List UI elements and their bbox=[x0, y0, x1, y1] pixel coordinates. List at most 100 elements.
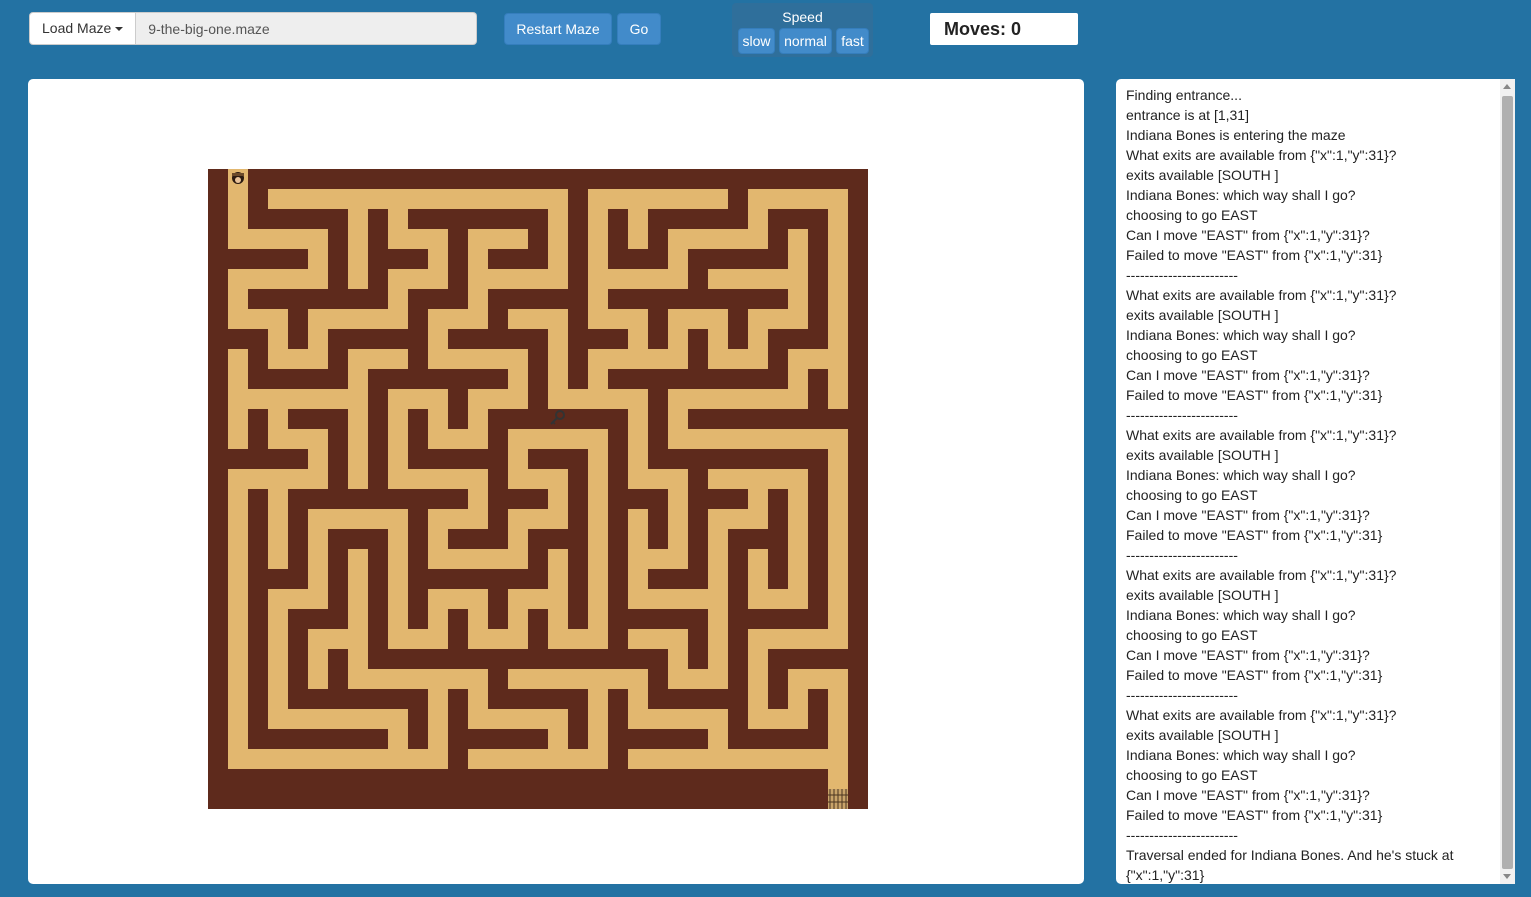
load-maze-button[interactable]: Load Maze bbox=[29, 12, 137, 45]
maze-path-tile bbox=[608, 309, 628, 329]
maze-path-tile bbox=[748, 329, 768, 349]
maze-path-tile bbox=[628, 329, 648, 349]
maze-path-tile bbox=[788, 709, 808, 729]
maze-path-tile bbox=[748, 229, 768, 249]
maze-path-tile bbox=[268, 329, 288, 349]
maze-path-tile bbox=[808, 189, 828, 209]
maze-path-tile bbox=[588, 269, 608, 289]
scroll-thumb[interactable] bbox=[1502, 96, 1513, 869]
maze-path-tile bbox=[668, 649, 688, 669]
maze-path-tile bbox=[608, 389, 628, 409]
maze-path-tile bbox=[528, 309, 548, 329]
maze-path-tile bbox=[608, 349, 628, 369]
scroll-up-icon[interactable] bbox=[1503, 84, 1511, 89]
maze-path-tile bbox=[428, 229, 448, 249]
maze-path-tile bbox=[688, 429, 708, 449]
log-line: exits available [SOUTH ] bbox=[1126, 727, 1279, 743]
maze-path-tile bbox=[288, 189, 308, 209]
maze-path-tile bbox=[828, 369, 848, 389]
maze-path-tile bbox=[708, 729, 728, 749]
maze-path-tile bbox=[388, 709, 408, 729]
maze-path-tile bbox=[508, 609, 528, 629]
maze-path-tile bbox=[668, 309, 688, 329]
maze-path-tile bbox=[488, 269, 508, 289]
maze-path-tile bbox=[588, 309, 608, 329]
log-lines: Finding entrance... entrance is at [1,31]… bbox=[1126, 85, 1496, 884]
maze-path-tile bbox=[228, 209, 248, 229]
maze-path-tile bbox=[628, 409, 648, 429]
maze-path-tile bbox=[768, 389, 788, 409]
maze-path-tile bbox=[568, 389, 588, 409]
maze-path-tile bbox=[728, 269, 748, 289]
maze-path-tile bbox=[668, 489, 688, 509]
maze-path-tile bbox=[428, 749, 448, 769]
maze-path-tile bbox=[588, 429, 608, 449]
maze-path-tile bbox=[388, 389, 408, 409]
maze-path-tile bbox=[628, 189, 648, 209]
maze-path-tile bbox=[548, 229, 568, 249]
restart-maze-button[interactable]: Restart Maze bbox=[504, 13, 612, 45]
maze-path-tile bbox=[608, 269, 628, 289]
maze-path-tile bbox=[468, 609, 488, 629]
log-line: choosing to go EAST bbox=[1126, 487, 1258, 503]
scroll-down-icon[interactable] bbox=[1503, 874, 1511, 879]
maze-path-tile bbox=[228, 289, 248, 309]
maze-path-tile bbox=[808, 749, 828, 769]
maze-path-tile bbox=[588, 569, 608, 589]
maze-path-tile bbox=[728, 469, 748, 489]
maze-path-tile bbox=[308, 329, 328, 349]
maze-path-tile bbox=[548, 389, 568, 409]
maze-path-tile bbox=[728, 389, 748, 409]
speed-fast-button[interactable]: fast bbox=[836, 28, 869, 54]
maze-path-tile bbox=[748, 269, 768, 289]
maze-path-tile bbox=[368, 749, 388, 769]
maze-path-tile bbox=[228, 589, 248, 609]
maze-path-tile bbox=[448, 469, 468, 489]
maze-path-tile bbox=[368, 669, 388, 689]
maze-path-tile bbox=[388, 529, 408, 549]
maze-path-tile bbox=[408, 469, 428, 489]
maze-path-tile bbox=[468, 489, 488, 509]
log-line: Traversal ended for Indiana Bones. And h… bbox=[1126, 847, 1454, 883]
maze-path-tile bbox=[348, 589, 368, 609]
maze-path-tile bbox=[608, 669, 628, 689]
speed-normal-button[interactable]: normal bbox=[779, 28, 832, 54]
maze-path-tile bbox=[768, 469, 788, 489]
log-line: ------------------------ bbox=[1126, 547, 1238, 563]
maze-path-tile bbox=[548, 269, 568, 289]
maze-path-tile bbox=[708, 589, 728, 609]
maze-path-tile bbox=[748, 689, 768, 709]
log-line: Failed to move "EAST" from {"x":1,"y":31… bbox=[1126, 807, 1383, 823]
maze-path-tile bbox=[468, 349, 488, 369]
maze-path-tile bbox=[288, 749, 308, 769]
maze-path-tile bbox=[788, 569, 808, 589]
maze-path-tile bbox=[268, 429, 288, 449]
maze-path-tile bbox=[548, 549, 568, 569]
maze-path-tile bbox=[628, 269, 648, 289]
maze-path-tile bbox=[268, 229, 288, 249]
log-line: What exits are available from {"x":1,"y"… bbox=[1126, 707, 1397, 723]
maze-path-tile bbox=[668, 229, 688, 249]
maze-path-tile bbox=[408, 669, 428, 689]
speed-slow-button[interactable]: slow bbox=[738, 28, 775, 54]
maze-path-tile bbox=[248, 749, 268, 769]
maze-path-tile bbox=[588, 369, 608, 389]
maze-path-tile bbox=[388, 629, 408, 649]
maze-path-tile bbox=[788, 389, 808, 409]
maze-file-input[interactable] bbox=[136, 12, 478, 45]
maze-path-tile bbox=[828, 229, 848, 249]
maze-path-tile bbox=[428, 349, 448, 369]
maze-path-tile bbox=[268, 489, 288, 509]
maze-path-tile bbox=[508, 369, 528, 389]
maze-path-tile bbox=[628, 349, 648, 369]
maze-path-tile bbox=[348, 389, 368, 409]
maze-path-tile bbox=[708, 509, 728, 529]
log-scrollbar[interactable] bbox=[1500, 79, 1515, 884]
maze-path-tile bbox=[668, 629, 688, 649]
maze-path-tile bbox=[588, 549, 608, 569]
maze-path-tile bbox=[348, 549, 368, 569]
maze-path-tile bbox=[808, 669, 828, 689]
maze-path-tile bbox=[788, 309, 808, 329]
go-button[interactable]: Go bbox=[617, 13, 661, 45]
maze-path-tile bbox=[268, 529, 288, 549]
